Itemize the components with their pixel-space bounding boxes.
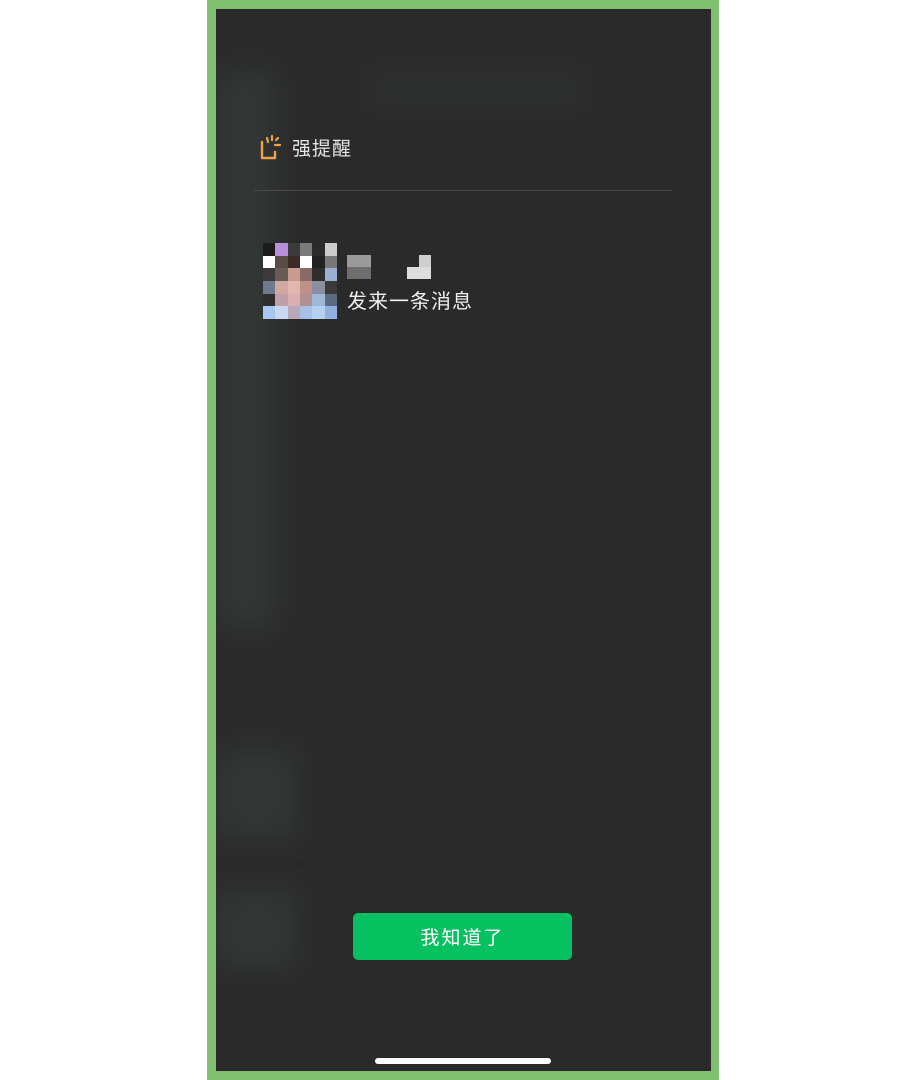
acknowledge-button[interactable]: 我知道了 bbox=[353, 913, 572, 960]
alert-header: 强提醒 bbox=[258, 133, 352, 161]
background-blur bbox=[216, 889, 296, 969]
tap-alert-icon bbox=[260, 134, 282, 160]
message-body: 发来一条消息 bbox=[347, 289, 473, 313]
home-indicator[interactable] bbox=[375, 1058, 551, 1064]
background-blur bbox=[216, 749, 296, 839]
phone-frame: 强提醒 发来一条消息 我知道了 bbox=[207, 0, 719, 1080]
avatar[interactable] bbox=[263, 243, 337, 319]
divider bbox=[254, 190, 672, 191]
message-text: 发来一条消息 bbox=[347, 243, 473, 314]
strong-reminder-screen: 强提醒 发来一条消息 我知道了 bbox=[216, 9, 711, 1071]
message-row[interactable]: 发来一条消息 bbox=[263, 243, 473, 319]
sender-name-pixelated bbox=[347, 255, 437, 279]
alert-title: 强提醒 bbox=[292, 137, 353, 160]
background-blur bbox=[366, 69, 586, 109]
